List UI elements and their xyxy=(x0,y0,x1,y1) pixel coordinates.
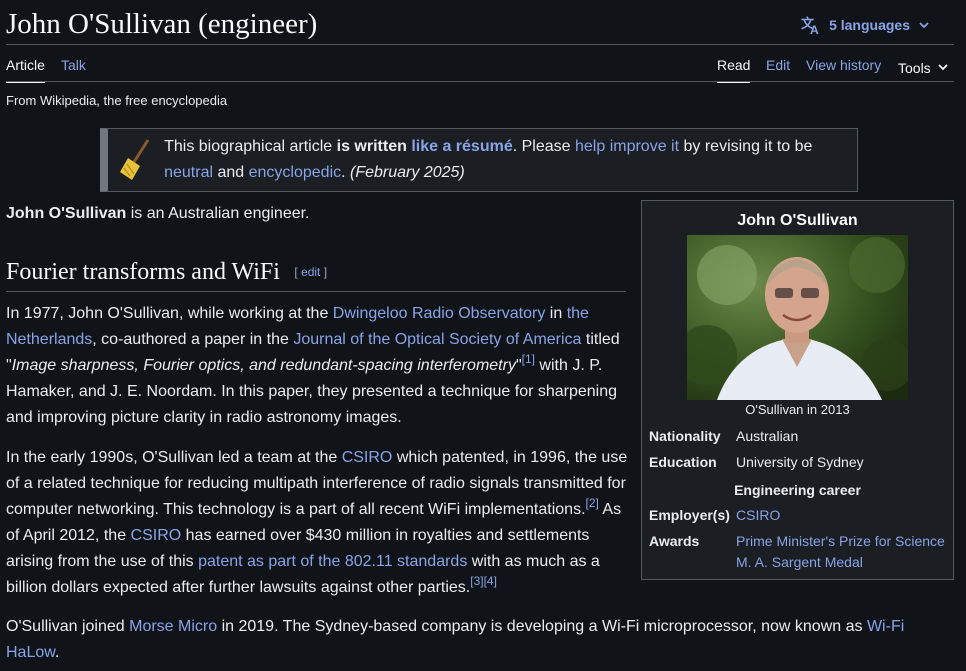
link-like-a-resume[interactable]: like a résumé xyxy=(411,138,512,155)
tab-article[interactable]: Article xyxy=(6,54,45,83)
tagline: From Wikipedia, the free encyclopedia xyxy=(6,93,228,108)
ref-2[interactable]: [2] xyxy=(586,496,599,510)
section-edit[interactable]: [ edit ] xyxy=(294,265,327,279)
chevron-down-icon xyxy=(937,57,949,79)
link-employer-csiro[interactable]: CSIRO xyxy=(736,505,947,526)
infobox-career-header: Engineering career xyxy=(734,482,861,498)
link-dwingeloo[interactable]: Dwingeloo Radio Observatory xyxy=(333,305,546,322)
link-patent-80211[interactable]: patent as part of the 802.11 standards xyxy=(198,553,467,570)
paragraph-1: In 1977, John O'Sullivan, while working … xyxy=(6,305,620,426)
ref-3[interactable]: [3] xyxy=(470,574,483,588)
tab-view-history[interactable]: View history xyxy=(806,54,881,82)
tab-edit[interactable]: Edit xyxy=(766,54,790,82)
tab-read[interactable]: Read xyxy=(717,54,751,83)
notice-text: This biographical article is written lik… xyxy=(164,138,813,181)
tabs-divider xyxy=(6,81,954,82)
infobox-row-awards: Awards Prime Minister's Prize for Scienc… xyxy=(649,531,947,573)
language-selector[interactable]: 文 A 5 languages xyxy=(801,14,930,36)
title-divider xyxy=(6,44,954,45)
svg-text:A: A xyxy=(810,23,819,35)
tools-label: Tools xyxy=(898,60,931,76)
page-title: John O'Sullivan (engineer) xyxy=(6,8,318,40)
resume-notice-box: This biographical article is written lik… xyxy=(100,128,858,192)
portrait-photo[interactable] xyxy=(687,235,908,400)
infobox-row-employer: Employer(s) CSIRO xyxy=(649,505,947,526)
paragraph-2: In the early 1990s, O'Sullivan led a tea… xyxy=(6,449,628,596)
infobox: John O'Sullivan O'Sullivan in 2013 Natio… xyxy=(641,200,954,580)
infobox-title: John O'Sullivan xyxy=(737,212,858,229)
link-encyclopedic[interactable]: encyclopedic xyxy=(249,164,342,181)
translate-icon: 文 A xyxy=(801,15,821,35)
section-heading: Fourier transforms and WiFi [ edit ] xyxy=(6,255,626,292)
tools-menu[interactable]: Tools xyxy=(898,54,949,82)
link-csiro[interactable]: CSIRO xyxy=(342,449,393,466)
infobox-row-nationality: Nationality Australian xyxy=(649,428,799,444)
broom-icon xyxy=(118,138,158,182)
link-morse-micro[interactable]: Morse Micro xyxy=(129,618,217,635)
link-sargent-medal[interactable]: M. A. Sargent Medal xyxy=(736,552,947,573)
ref-1[interactable]: [1] xyxy=(522,352,535,366)
section-title: Fourier transforms and WiFi xyxy=(6,259,280,285)
paragraph-3: O'Sullivan joined Morse Micro in 2019. T… xyxy=(6,618,905,661)
chevron-down-icon xyxy=(918,19,930,31)
link-pm-prize[interactable]: Prime Minister's Prize for Science xyxy=(736,531,947,552)
link-help-improve-it[interactable]: help improve it xyxy=(575,138,679,155)
link-neutral[interactable]: neutral xyxy=(164,164,213,181)
link-csiro-2[interactable]: CSIRO xyxy=(131,527,182,544)
infobox-row-education: Education University of Sydney xyxy=(649,454,864,470)
lead-paragraph: John O'Sullivan is an Australian enginee… xyxy=(6,205,310,222)
languages-label: 5 languages xyxy=(829,16,910,33)
link-josa[interactable]: Journal of the Optical Society of Americ… xyxy=(293,331,581,348)
photo-caption: O'Sullivan in 2013 xyxy=(745,402,850,417)
ref-4[interactable]: [4] xyxy=(484,574,497,588)
tab-talk[interactable]: Talk xyxy=(61,54,86,82)
